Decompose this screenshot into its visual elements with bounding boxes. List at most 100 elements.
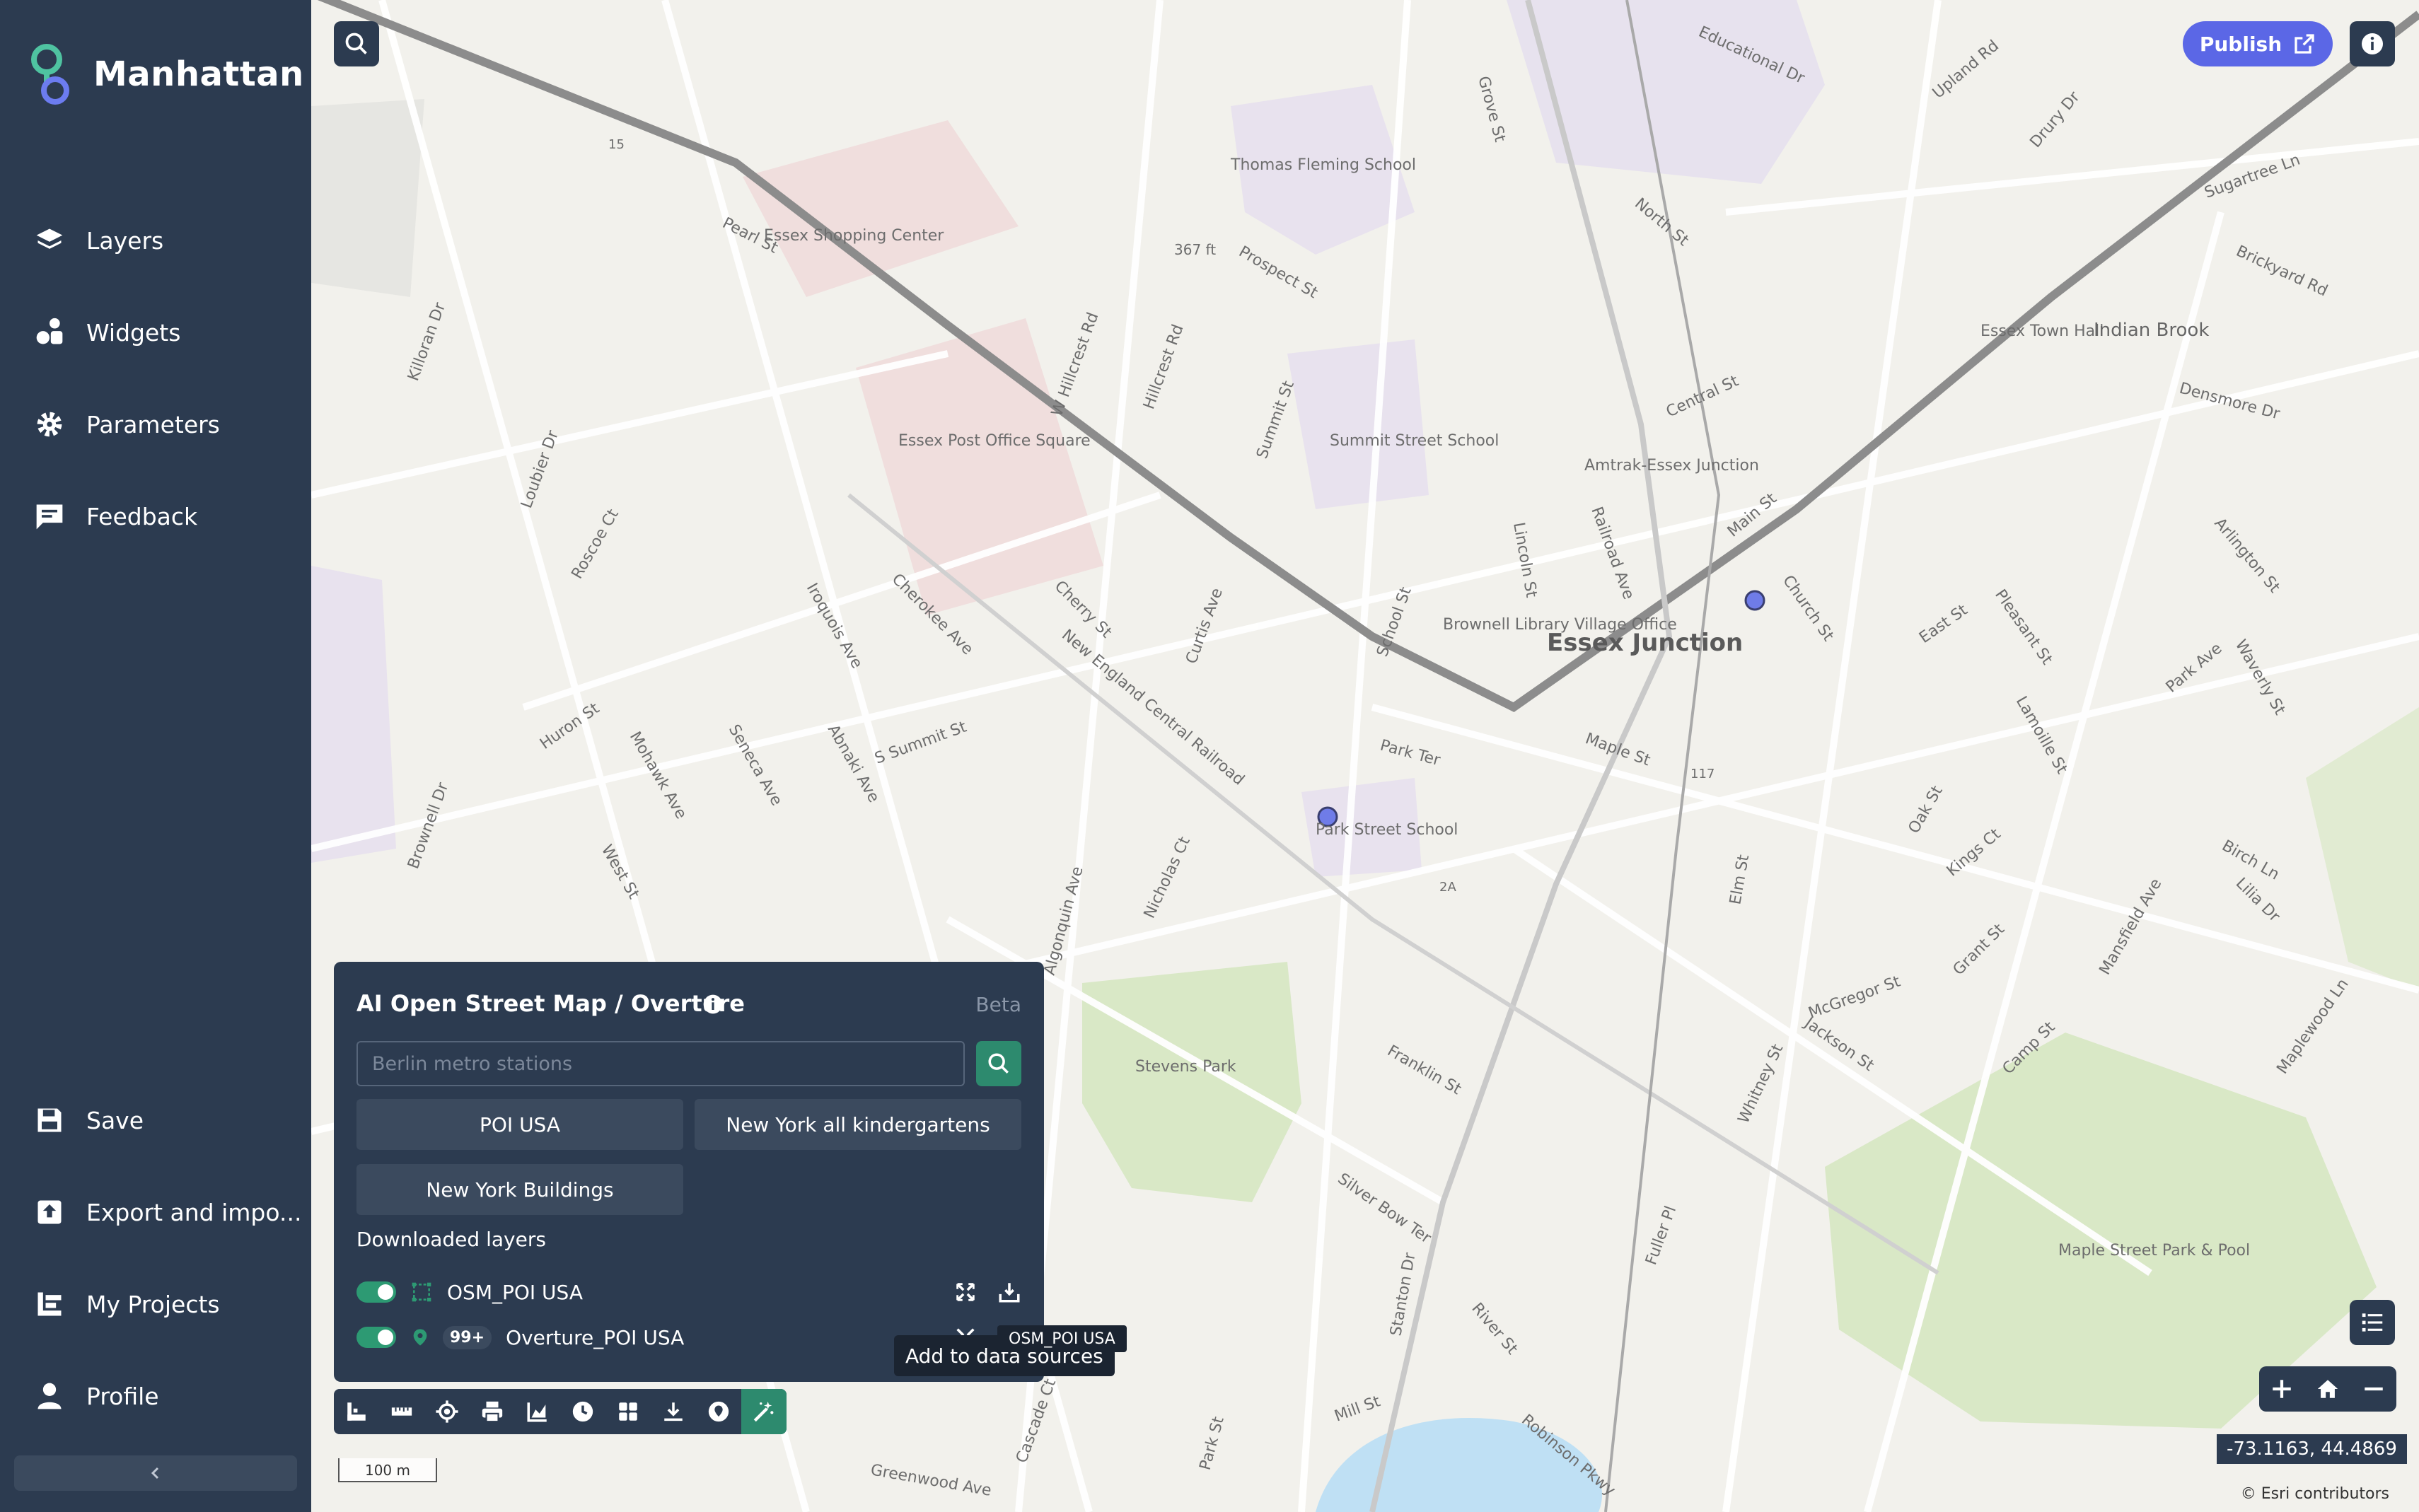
sidebar-item-widgets[interactable]: Widgets [0, 298, 311, 366]
place-label: Park Street School [1316, 821, 1458, 839]
sidebar-item-label: Save [86, 1106, 144, 1134]
ai-search-button[interactable] [976, 1041, 1021, 1086]
place-label: Essex Post Office Square [898, 432, 1091, 450]
route-shield: 2A [1439, 880, 1456, 895]
locate-icon [436, 1400, 458, 1423]
polygon-icon [412, 1282, 431, 1302]
map-attribution[interactable]: © Esri contributors [2241, 1485, 2389, 1503]
sidebar-item-save[interactable]: Save [0, 1086, 311, 1154]
preset-ny-buildings[interactable]: New York Buildings [356, 1164, 683, 1215]
zoom-controls [2259, 1366, 2396, 1412]
magic-wand-icon [753, 1401, 774, 1422]
map-toolbar [334, 1389, 787, 1434]
chart-tool[interactable] [515, 1389, 560, 1434]
print-tool[interactable] [470, 1389, 515, 1434]
layer-name: OSM_POI USA [447, 1280, 583, 1304]
gear-icon [37, 412, 62, 437]
route-shield: 15 [608, 137, 625, 152]
user-icon [37, 1383, 62, 1409]
add-to-data-sources-icon[interactable] [997, 1280, 1021, 1304]
place-label: Stevens Park [1135, 1058, 1236, 1076]
zoom-in-icon[interactable] [2270, 1377, 2294, 1401]
sidebar: Manhattan Layers Widgets Parameters Feed… [0, 0, 311, 1512]
place-label: Amtrak-Essex Junction [1584, 457, 1759, 475]
ai-magic-tool[interactable] [741, 1389, 787, 1434]
projects-icon [37, 1292, 62, 1316]
place-label: Brownell Library Village Office [1443, 616, 1677, 634]
tooltip-layer-name: OSM_POI USA [997, 1325, 1127, 1352]
feature-count-badge: 99+ [443, 1325, 492, 1349]
downloaded-layers-heading: Downloaded layers [356, 1228, 546, 1251]
info-icon [2362, 33, 2383, 54]
place-label: Essex Shopping Center [764, 227, 944, 245]
beta-badge: Beta [975, 993, 1021, 1016]
sidebar-item-label: Profile [86, 1382, 159, 1410]
sidebar-item-label: Feedback [86, 502, 198, 530]
info-button[interactable] [2350, 21, 2395, 66]
publish-label: Publish [2199, 32, 2282, 56]
publish-button[interactable]: Publish [2183, 21, 2333, 66]
search-icon [345, 33, 367, 54]
sidebar-item-feedback[interactable]: Feedback [0, 482, 311, 550]
preset-ny-kindergartens[interactable]: New York all kindergartens [695, 1099, 1021, 1150]
info-icon[interactable] [702, 993, 724, 1016]
zoom-out-icon[interactable] [2362, 1377, 2386, 1401]
panel-title: AI Open Street Map / Overture [356, 990, 745, 1017]
download-icon [664, 1402, 683, 1421]
basemap-tool[interactable] [334, 1389, 379, 1434]
legend-list-icon [2362, 1313, 2383, 1332]
sidebar-item-my-projects[interactable]: My Projects [0, 1270, 311, 1338]
collapse-sidebar-button[interactable] [14, 1455, 297, 1491]
coordinates-readout: -73.1163, 44.4869 [2217, 1434, 2407, 1464]
pin-circle-icon [708, 1401, 729, 1422]
poi-marker[interactable] [1744, 590, 1765, 611]
measure-tool[interactable] [379, 1389, 424, 1434]
time-tool[interactable] [560, 1389, 605, 1434]
sidebar-item-label: My Projects [86, 1290, 220, 1318]
export-icon [37, 1200, 62, 1224]
zoom-to-layer-icon[interactable] [953, 1280, 978, 1304]
layer-visibility-toggle[interactable] [356, 1327, 396, 1348]
sidebar-item-parameters[interactable]: Parameters [0, 390, 311, 458]
sidebar-item-profile[interactable]: Profile [0, 1362, 311, 1430]
place-marker-tool[interactable] [696, 1389, 741, 1434]
layer-visibility-toggle[interactable] [356, 1281, 396, 1303]
layer-name: Overture_POI USA [506, 1325, 685, 1349]
place-label: Indian Brook [2094, 320, 2209, 341]
widgets-grid-tool[interactable] [605, 1389, 651, 1434]
sidebar-item-label: Export and impo... [86, 1198, 302, 1226]
feedback-icon [36, 504, 63, 530]
save-icon [37, 1108, 62, 1132]
download-tool[interactable] [651, 1389, 696, 1434]
sidebar-item-export[interactable]: Export and impo... [0, 1178, 311, 1246]
map-search-button[interactable] [334, 21, 379, 66]
home-icon[interactable] [2316, 1377, 2340, 1401]
sidebar-item-label: Parameters [86, 410, 220, 438]
widgets-icon [36, 318, 63, 344]
app-name: Manhattan [93, 54, 304, 94]
legend-button[interactable] [2350, 1300, 2395, 1345]
place-label: Maple Street Park & Pool [2058, 1242, 2250, 1260]
ai-search-input[interactable] [356, 1041, 965, 1086]
pin-icon [413, 1329, 427, 1346]
sidebar-item-label: Layers [86, 226, 164, 255]
locate-tool[interactable] [424, 1389, 470, 1434]
search-icon [988, 1053, 1009, 1074]
sidebar-item-label: Widgets [86, 318, 181, 347]
basemap-icon [347, 1402, 366, 1421]
ruler-icon [391, 1407, 412, 1416]
clock-icon [572, 1401, 593, 1422]
preset-poi-usa[interactable]: POI USA [356, 1099, 683, 1150]
place-label: Thomas Fleming School [1230, 156, 1416, 174]
print-icon [482, 1401, 503, 1423]
logo-icon [31, 44, 69, 105]
chevron-left-icon [151, 1467, 159, 1479]
ai-osm-panel: AI Open Street Map / Overture Beta POI U… [334, 962, 1044, 1382]
layer-row: OSM_POI USA [356, 1274, 1021, 1310]
brand[interactable]: Manhattan [25, 42, 304, 106]
place-label: Summit Street School [1330, 432, 1499, 450]
external-link-icon [2295, 34, 2314, 54]
layers-icon [36, 228, 63, 249]
sidebar-item-layers[interactable]: Layers [0, 207, 311, 274]
route-shield: 117 [1690, 767, 1715, 781]
